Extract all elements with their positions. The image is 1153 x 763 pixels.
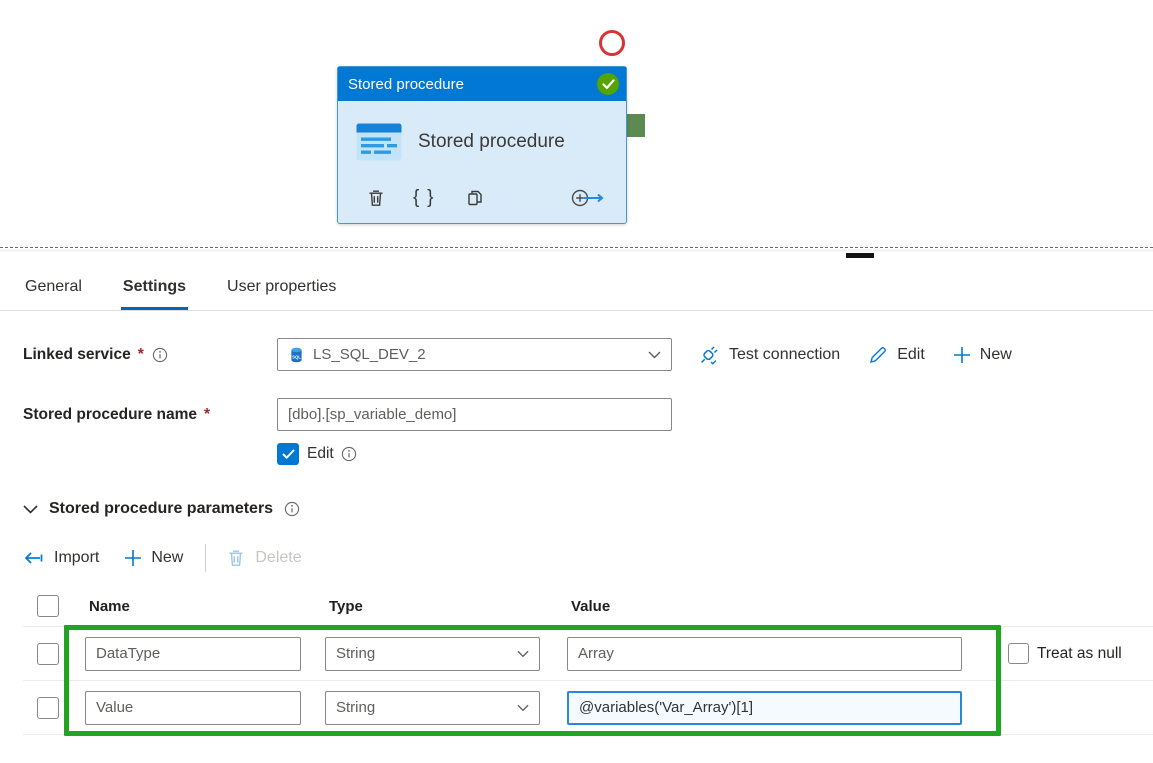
import-arrow-icon bbox=[23, 549, 45, 567]
add-output-connection-icon[interactable] bbox=[570, 188, 606, 208]
chevron-down-icon bbox=[648, 351, 661, 359]
treat-as-null-group: Treat as null bbox=[1008, 643, 1122, 664]
annotation-red-circle bbox=[599, 30, 625, 56]
row-checkbox[interactable] bbox=[37, 643, 59, 665]
info-icon bbox=[152, 347, 168, 363]
stored-procedure-activity-node[interactable]: Stored procedure bbox=[337, 66, 627, 224]
trash-icon bbox=[226, 548, 246, 568]
chevron-down-icon bbox=[517, 650, 529, 658]
activity-node-body: Stored procedure { } bbox=[338, 101, 626, 224]
delete-parameter-button[interactable]: Delete bbox=[226, 548, 301, 568]
panel-resize-handle[interactable] bbox=[846, 253, 874, 258]
adf-pipeline-editor: Stored procedure bbox=[0, 0, 1153, 763]
import-parameters-button[interactable]: Import bbox=[23, 549, 99, 567]
stored-procedure-icon bbox=[356, 123, 402, 161]
linked-service-label: Linked service * bbox=[23, 346, 277, 364]
edit-checkbox-row: Edit bbox=[277, 443, 1153, 465]
parameter-type-dropdown[interactable]: String bbox=[325, 637, 540, 671]
parameter-value-input-focused[interactable] bbox=[567, 691, 962, 725]
canvas-panel-divider bbox=[0, 247, 1153, 248]
success-checkmark-icon bbox=[597, 73, 619, 95]
parameters-table-rows: String Treat as null bbox=[23, 626, 1153, 735]
row-checkbox[interactable] bbox=[37, 697, 59, 719]
plus-icon bbox=[124, 549, 142, 567]
edit-checkbox-label: Edit bbox=[307, 445, 357, 463]
new-parameter-button[interactable]: New bbox=[124, 549, 183, 567]
parameter-row-datatype: String Treat as null bbox=[23, 626, 1153, 680]
linked-service-dropdown[interactable]: SQL LS_SQL_DEV_2 bbox=[277, 338, 672, 371]
edit-checkbox[interactable] bbox=[277, 443, 299, 465]
code-braces-icon[interactable]: { } bbox=[413, 187, 436, 209]
tab-settings[interactable]: Settings bbox=[121, 270, 188, 310]
tab-user-properties[interactable]: User properties bbox=[225, 270, 338, 310]
chevron-down-icon bbox=[517, 704, 529, 712]
plus-icon bbox=[953, 346, 971, 364]
sql-database-icon: SQL bbox=[288, 346, 305, 364]
parameter-name-input[interactable] bbox=[85, 637, 301, 671]
stored-procedure-name-label: Stored procedure name * bbox=[23, 406, 277, 424]
linked-service-row: Linked service * SQL LS_SQL_DEV_2 bbox=[23, 338, 1153, 371]
activity-name-label: Stored procedure bbox=[418, 131, 565, 153]
tab-general[interactable]: General bbox=[23, 270, 84, 310]
activity-node-header[interactable]: Stored procedure bbox=[338, 67, 626, 101]
header-name: Name bbox=[85, 598, 325, 615]
treat-as-null-checkbox[interactable] bbox=[1008, 643, 1029, 664]
pipeline-canvas[interactable]: Stored procedure bbox=[0, 0, 1153, 247]
parameters-table-header: Name Type Value bbox=[23, 586, 1153, 626]
edit-linked-service-button[interactable]: Edit bbox=[868, 345, 925, 365]
svg-text:SQL: SQL bbox=[292, 354, 301, 359]
panel-top-edge bbox=[0, 249, 1153, 252]
info-icon bbox=[284, 501, 300, 517]
header-value: Value bbox=[567, 598, 962, 615]
activity-output-port[interactable] bbox=[625, 114, 645, 137]
select-all-checkbox[interactable] bbox=[37, 595, 59, 617]
parameters-toolbar: Import New Delete bbox=[23, 544, 1153, 572]
activity-node-toolbar: { } bbox=[338, 187, 626, 224]
parameter-type-dropdown[interactable]: String bbox=[325, 691, 540, 725]
properties-tabs: General Settings User properties bbox=[0, 256, 1153, 311]
delete-activity-icon[interactable] bbox=[366, 188, 386, 208]
treat-as-null-label: Treat as null bbox=[1037, 645, 1122, 663]
required-asterisk: * bbox=[138, 346, 144, 364]
parameter-row-value: String bbox=[23, 680, 1153, 734]
activity-node-header-title: Stored procedure bbox=[348, 76, 464, 93]
stored-procedure-name-row: Stored procedure name * bbox=[23, 398, 1153, 431]
copy-activity-icon[interactable] bbox=[465, 188, 485, 208]
test-connection-button[interactable]: Test connection bbox=[698, 344, 840, 366]
linked-service-value: LS_SQL_DEV_2 bbox=[313, 346, 640, 363]
stored-procedure-parameters-section[interactable]: Stored procedure parameters bbox=[23, 500, 1153, 518]
required-asterisk: * bbox=[204, 406, 210, 424]
header-type: Type bbox=[325, 598, 567, 615]
parameter-name-input[interactable] bbox=[85, 691, 301, 725]
stored-procedure-name-input[interactable] bbox=[277, 398, 672, 431]
new-linked-service-button[interactable]: New bbox=[953, 346, 1012, 364]
activity-properties-panel: General Settings User properties Linked … bbox=[0, 256, 1153, 763]
toolbar-separator bbox=[205, 544, 206, 572]
parameters-table: Name Type Value String bbox=[23, 586, 1153, 735]
plug-icon bbox=[698, 344, 720, 366]
chevron-down-icon bbox=[23, 505, 38, 514]
pencil-icon bbox=[868, 345, 888, 365]
parameter-value-input[interactable] bbox=[567, 637, 962, 671]
info-icon bbox=[341, 446, 357, 462]
